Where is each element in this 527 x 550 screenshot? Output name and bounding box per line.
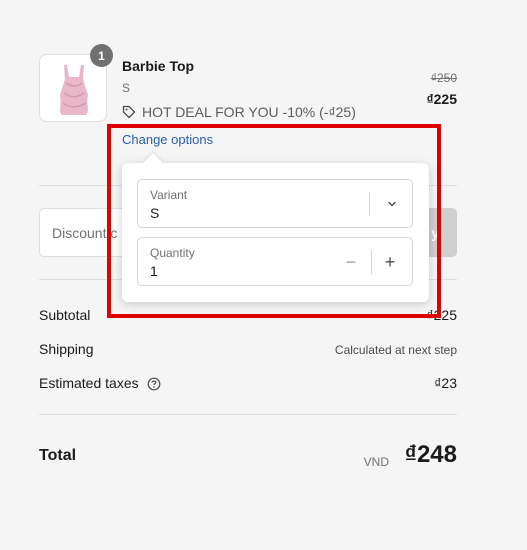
increment-button[interactable]: +	[378, 250, 402, 274]
field-separator	[371, 250, 372, 274]
current-price: ₫225	[426, 91, 457, 107]
tag-icon	[122, 105, 136, 119]
product-image	[60, 65, 88, 115]
subtotal-label: Subtotal	[39, 307, 91, 323]
divider	[39, 414, 457, 415]
total-value: ₫248	[404, 441, 457, 468]
product-name: Barbie Top	[122, 58, 195, 74]
variant-value: S	[150, 205, 160, 221]
quantity-stepper[interactable]: Quantity 1 − +	[137, 237, 413, 286]
total-label: Total	[39, 447, 77, 464]
estimated-taxes-label: Estimated taxes	[39, 375, 139, 391]
change-options-link[interactable]: Change options	[122, 132, 213, 147]
original-price: ₫250	[430, 71, 457, 85]
decrement-button[interactable]: −	[339, 250, 363, 274]
total-currency: VND	[363, 455, 389, 469]
discount-tag: HOT DEAL FOR YOU -10% (-₫25)	[122, 104, 356, 120]
subtotal-value: ₫225	[426, 307, 457, 323]
estimated-taxes-row: Estimated taxes	[39, 375, 161, 391]
change-options-popover: Variant S Quantity 1 − +	[122, 163, 429, 302]
quantity-value: 1	[150, 263, 158, 279]
shipping-value: Calculated at next step	[334, 343, 457, 357]
deal-text: HOT DEAL FOR YOU -10% (-₫25)	[142, 104, 356, 120]
shipping-label: Shipping	[39, 341, 94, 357]
variant-select[interactable]: Variant S	[137, 179, 413, 228]
help-circle-icon[interactable]	[147, 377, 161, 391]
quantity-label: Quantity	[150, 246, 195, 260]
discount-placeholder: Discount c	[52, 224, 118, 241]
field-separator	[369, 192, 370, 216]
taxes-value: ₫23	[434, 375, 457, 391]
quantity-badge: 1	[90, 44, 113, 67]
product-thumbnail: 1	[39, 44, 113, 122]
product-variant: S	[122, 81, 131, 95]
variant-label: Variant	[150, 188, 188, 202]
chevron-down-icon[interactable]	[380, 192, 404, 216]
